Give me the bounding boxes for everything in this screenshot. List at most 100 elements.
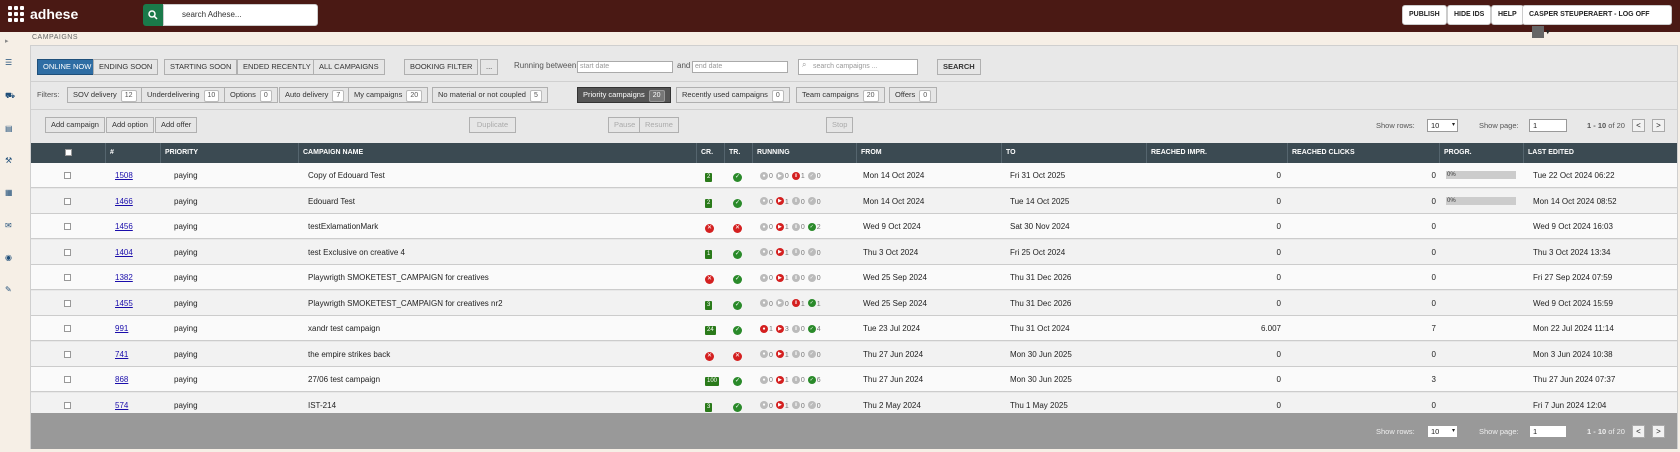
col-running[interactable]: RUNNING (753, 143, 857, 163)
tools-icon[interactable]: ⚒ (5, 156, 19, 168)
more-button[interactable]: ... (480, 59, 499, 75)
campaign-search-input[interactable]: search campaigns ... (798, 59, 918, 75)
prev-page-button[interactable]: < (1632, 425, 1645, 438)
campaign-id-link[interactable]: 1466 (115, 197, 133, 206)
row-checkbox[interactable] (64, 223, 71, 230)
tab-online-now[interactable]: ONLINE NOW (37, 59, 98, 75)
campaign-id-link[interactable]: 1404 (115, 248, 133, 257)
row-checkbox[interactable] (64, 376, 71, 383)
campaign-id-link[interactable]: 1382 (115, 273, 133, 282)
expand-icon[interactable]: ▸ (5, 37, 19, 49)
table-row[interactable]: 1456 paying testExlamationMark ✕ ✕ ● 0 ▶ 1 Ⅱ 0 ✓ 2 We… (31, 214, 1677, 239)
stop-button[interactable]: Stop (826, 117, 854, 133)
page-input[interactable]: 1 (1529, 425, 1567, 438)
next-page-button[interactable]: > (1652, 425, 1665, 438)
add-option-button[interactable]: Add option (106, 117, 154, 133)
campaigns-icon[interactable]: ☰ (5, 58, 19, 70)
filter-no-material[interactable]: No material or not coupled 5 (432, 87, 548, 103)
search-submit-button[interactable]: SEARCH (937, 59, 981, 75)
col-reached-impr[interactable]: REACHED IMPR. (1147, 143, 1288, 163)
table-row[interactable]: 991 paying xandr test campaign 24 ✓ ● 1 ▶ 3 Ⅱ 0 ✓ 4 T… (31, 316, 1677, 341)
row-checkbox[interactable] (64, 350, 71, 358)
col-id[interactable]: # (106, 143, 161, 163)
wrench-icon[interactable]: ✎ (5, 285, 19, 297)
row-checkbox[interactable] (64, 274, 71, 281)
resume-button[interactable]: Resume (639, 117, 679, 133)
user-icon[interactable]: ◉ (5, 253, 19, 265)
table-row[interactable]: 1382 paying Playwrigth SMOKETEST_CAMPAIGN … (31, 265, 1677, 290)
col-reached-clicks[interactable]: REACHED CLICKS (1288, 143, 1440, 163)
campaign-name[interactable]: xandr test campaign (304, 316, 380, 341)
col-last-edited[interactable]: LAST EDITED (1524, 143, 1677, 163)
global-search-input[interactable]: search Adhese... (163, 4, 318, 26)
help-button[interactable]: HELP (1491, 5, 1524, 25)
row-checkbox[interactable] (64, 299, 71, 307)
select-all-checkbox[interactable] (65, 149, 72, 156)
briefcase-icon[interactable]: ▤ (5, 124, 19, 136)
campaign-name[interactable]: Playwrigth SMOKETEST_CAMPAIGN for creati… (304, 265, 489, 290)
publish-button[interactable]: PUBLISH (1402, 5, 1447, 25)
campaign-id-link[interactable]: 574 (115, 401, 128, 410)
campaign-id-link[interactable]: 1508 (115, 171, 133, 180)
row-checkbox[interactable] (64, 325, 71, 332)
campaign-name[interactable]: the empire strikes back (304, 342, 390, 367)
col-from[interactable]: FROM (857, 143, 1002, 163)
row-checkbox[interactable] (64, 401, 71, 409)
row-checkbox[interactable] (64, 172, 71, 179)
table-row[interactable]: 1404 paying test Exclusive on creative 4 1 ✓… (31, 239, 1677, 265)
rows-select[interactable]: 10 ▾ (1427, 425, 1458, 438)
campaign-id-link[interactable]: 741 (115, 350, 128, 359)
row-checkbox[interactable] (64, 248, 71, 256)
tab-all-campaigns[interactable]: ALL CAMPAIGNS (313, 59, 385, 75)
search-button[interactable] (143, 4, 163, 26)
table-row[interactable]: 868 paying 27/06 test campaign 100 ✓ ● 0 ▶ 1 Ⅱ 0 ✓ 6… (31, 367, 1677, 392)
col-campaign-name[interactable]: CAMPAIGN NAME (299, 143, 697, 163)
filter-offers[interactable]: Offers 0 (889, 87, 938, 103)
start-date-input[interactable]: start date (577, 61, 673, 73)
filter-underdelivering[interactable]: Underdelivering 10 (141, 87, 226, 103)
table-row[interactable]: 1466 paying Edouard Test 2 ✓ ● 0 ▶ 1 Ⅱ 0 ✓ 0 Mon 14 O… (31, 188, 1677, 214)
next-page-button[interactable]: > (1652, 119, 1665, 132)
truck-icon[interactable]: ⛟ (5, 91, 19, 103)
end-date-input[interactable]: end date (692, 61, 788, 73)
col-priority[interactable]: PRIORITY (161, 143, 299, 163)
tab-ended-recently[interactable]: ENDED RECENTLY (237, 59, 317, 75)
campaign-name[interactable]: 27/06 test campaign (304, 367, 380, 392)
col-tr[interactable]: TR. (725, 143, 753, 163)
campaign-id-link[interactable]: 991 (115, 324, 128, 333)
duplicate-button[interactable]: Duplicate (469, 117, 516, 133)
booking-filter-button[interactable]: BOOKING FILTER (404, 59, 479, 75)
campaign-name[interactable]: Playwrigth SMOKETEST_CAMPAIGN for creati… (304, 291, 503, 316)
rows-select[interactable]: 10 ▾ (1427, 119, 1458, 132)
campaign-name[interactable]: testExlamationMark (304, 214, 378, 239)
campaign-id-link[interactable]: 868 (115, 375, 128, 384)
add-offer-button[interactable]: Add offer (155, 117, 198, 133)
filter-options[interactable]: Options 0 (224, 87, 278, 103)
user-menu[interactable]: CASPER STEUPERAERT - LOG OFF ▾ (1522, 5, 1672, 39)
add-campaign-button[interactable]: Add campaign (45, 117, 105, 133)
mail-icon[interactable]: ✉ (5, 221, 19, 233)
prev-page-button[interactable]: < (1632, 119, 1645, 132)
page-input[interactable]: 1 (1529, 119, 1567, 132)
tab-ending-soon[interactable]: ENDING SOON (93, 59, 159, 75)
col-to[interactable]: TO (1002, 143, 1147, 163)
table-row[interactable]: 1508 paying Copy of Edouard Test 2 ✓ ● 0 ▶ 0 Ⅱ 1 ✓ 0… (31, 163, 1677, 188)
col-cr[interactable]: CR. (697, 143, 725, 163)
filter-my-campaigns[interactable]: My campaigns 20 (348, 87, 429, 103)
filter-priority-campaigns[interactable]: Priority campaigns 20 (577, 87, 671, 103)
calendar-icon[interactable]: ▦ (5, 188, 19, 200)
hide-ids-button[interactable]: HIDE IDS (1447, 5, 1492, 25)
campaign-id-link[interactable]: 1456 (115, 222, 133, 231)
tab-starting-soon[interactable]: STARTING SOON (164, 59, 238, 75)
campaign-name[interactable]: test Exclusive on creative 4 (304, 240, 405, 265)
filter-auto-delivery[interactable]: Auto delivery 7 (279, 87, 351, 103)
table-row[interactable]: 741 paying the empire strikes back ✕ ✕ ● 0 ▶ 1 Ⅱ 0… (31, 341, 1677, 367)
pause-button[interactable]: Pause (608, 117, 642, 133)
campaign-name[interactable]: Edouard Test (304, 189, 355, 214)
col-progress[interactable]: PROGR. (1440, 143, 1524, 163)
table-row[interactable]: 1455 paying Playwrigth SMOKETEST_CAMPAIGN … (31, 290, 1677, 316)
campaign-id-link[interactable]: 1455 (115, 299, 133, 308)
app-logo[interactable]: adhese (8, 6, 78, 22)
filter-sov-delivery[interactable]: SOV delivery 12 (67, 87, 143, 103)
row-checkbox[interactable] (64, 197, 71, 205)
